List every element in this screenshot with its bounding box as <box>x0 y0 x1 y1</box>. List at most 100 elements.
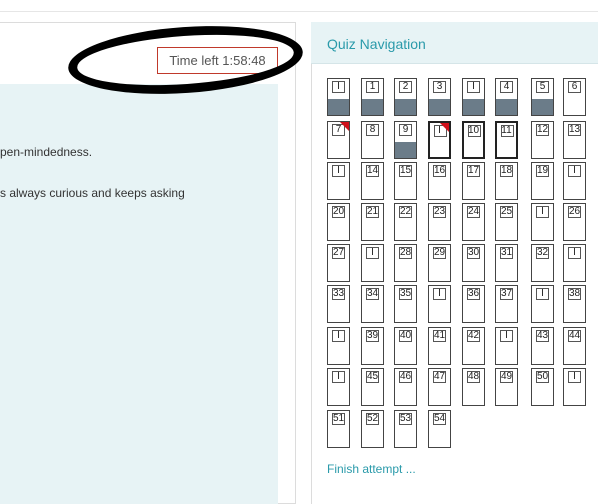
question-number-box <box>399 330 412 342</box>
question-nav-button[interactable]: I <box>428 121 451 159</box>
question-nav-button[interactable]: 26 <box>563 203 586 241</box>
question-number-box <box>536 247 549 259</box>
question-number-box <box>568 288 581 300</box>
question-nav-button[interactable]: 4 <box>495 78 518 116</box>
question-nav-button[interactable]: I <box>327 327 350 365</box>
question-nav-button[interactable]: 29 <box>428 244 451 282</box>
question-nav-button[interactable]: 46 <box>394 368 417 406</box>
question-nav-button[interactable]: 17 <box>462 162 485 200</box>
question-nav-button[interactable]: I <box>327 368 350 406</box>
question-nav-button[interactable]: 16 <box>428 162 451 200</box>
question-nav-button[interactable]: 53 <box>394 410 417 448</box>
question-nav-button[interactable]: 30 <box>462 244 485 282</box>
question-number-box <box>332 81 345 93</box>
question-nav-button[interactable]: 7 <box>327 121 350 159</box>
question-number-box <box>433 247 446 259</box>
question-nav-button[interactable]: 39 <box>361 327 384 365</box>
question-nav-button[interactable]: 51 <box>327 410 350 448</box>
question-nav-button[interactable]: I <box>361 244 384 282</box>
question-nav-button[interactable]: 3 <box>428 78 451 116</box>
question-nav-button[interactable]: 10 <box>462 121 485 159</box>
question-nav-button[interactable]: 35 <box>394 285 417 323</box>
question-number-box <box>467 206 480 218</box>
question-number-box <box>366 288 379 300</box>
question-nav-button[interactable]: 49 <box>495 368 518 406</box>
question-nav-button[interactable]: I <box>428 285 451 323</box>
question-nav-button[interactable]: 22 <box>394 203 417 241</box>
question-nav-button[interactable]: 43 <box>531 327 554 365</box>
question-nav-button[interactable]: 2 <box>394 78 417 116</box>
question-number-box <box>536 206 549 218</box>
question-nav-button[interactable]: 40 <box>394 327 417 365</box>
question-number-box <box>536 371 549 383</box>
question-nav-button[interactable]: 12 <box>531 121 554 159</box>
question-nav-button[interactable]: 15 <box>394 162 417 200</box>
question-number-box <box>536 124 549 136</box>
question-nav-button[interactable]: 11 <box>495 121 518 159</box>
question-nav-button[interactable]: 20 <box>327 203 350 241</box>
question-nav-button[interactable]: 42 <box>462 327 485 365</box>
question-nav-button[interactable]: 33 <box>327 285 350 323</box>
question-nav-button[interactable]: 41 <box>428 327 451 365</box>
question-number-box <box>467 81 480 93</box>
question-nav-button[interactable]: 47 <box>428 368 451 406</box>
question-nav-button[interactable]: I <box>495 327 518 365</box>
question-number-box <box>433 288 446 300</box>
question-number-box <box>501 125 514 137</box>
question-nav-button[interactable]: 1 <box>361 78 384 116</box>
question-nav-button[interactable]: 19 <box>531 162 554 200</box>
question-nav-button[interactable]: 50 <box>531 368 554 406</box>
question-nav-button[interactable]: I <box>563 244 586 282</box>
question-number-box <box>500 165 513 177</box>
question-number-box <box>399 288 412 300</box>
question-nav-button[interactable]: 18 <box>495 162 518 200</box>
question-number-box <box>536 81 549 93</box>
question-nav-button[interactable]: 13 <box>563 121 586 159</box>
question-nav-button[interactable]: 38 <box>563 285 586 323</box>
question-number-box <box>332 288 345 300</box>
question-nav-button[interactable]: I <box>531 203 554 241</box>
question-nav-button[interactable]: 28 <box>394 244 417 282</box>
question-nav-button[interactable]: I <box>327 78 350 116</box>
question-nav-button[interactable]: 5 <box>531 78 554 116</box>
question-nav-button[interactable]: 44 <box>563 327 586 365</box>
question-nav-button[interactable]: 32 <box>531 244 554 282</box>
question-nav-button[interactable]: I <box>563 162 586 200</box>
question-number-box <box>332 247 345 259</box>
question-nav-button[interactable]: 54 <box>428 410 451 448</box>
finish-attempt-link[interactable]: Finish attempt ... <box>327 462 416 476</box>
question-nav-button[interactable]: 8 <box>361 121 384 159</box>
question-nav-button[interactable]: I <box>327 162 350 200</box>
question-nav-button[interactable]: 9 <box>394 121 417 159</box>
question-nav-button[interactable]: 45 <box>361 368 384 406</box>
question-number-box <box>468 125 481 137</box>
question-nav-button[interactable]: 48 <box>462 368 485 406</box>
question-number-box <box>467 247 480 259</box>
question-nav-button[interactable]: 37 <box>495 285 518 323</box>
question-nav-button[interactable]: 27 <box>327 244 350 282</box>
question-number-box <box>366 206 379 218</box>
question-number-box <box>332 124 345 136</box>
question-nav-button[interactable]: 25 <box>495 203 518 241</box>
question-nav-button[interactable]: 23 <box>428 203 451 241</box>
question-nav-button[interactable]: I <box>462 78 485 116</box>
question-nav-button[interactable]: 6 <box>563 78 586 116</box>
question-nav-button[interactable]: 31 <box>495 244 518 282</box>
question-number-box <box>399 124 412 136</box>
question-nav-button[interactable]: 24 <box>462 203 485 241</box>
question-text-line: s always curious and keeps asking <box>0 186 185 200</box>
question-nav-button[interactable]: 21 <box>361 203 384 241</box>
question-nav-button[interactable]: I <box>563 368 586 406</box>
question-nav-button[interactable]: I <box>531 285 554 323</box>
question-number-box <box>568 371 581 383</box>
question-number-box <box>500 206 513 218</box>
question-number-box <box>366 413 379 425</box>
question-number-box <box>433 81 446 93</box>
question-nav-button[interactable]: 36 <box>462 285 485 323</box>
question-nav-button[interactable]: 52 <box>361 410 384 448</box>
question-number-box <box>568 330 581 342</box>
question-number-box <box>467 371 480 383</box>
question-nav-button[interactable]: 14 <box>361 162 384 200</box>
question-nav-button[interactable]: 34 <box>361 285 384 323</box>
question-number-box <box>433 165 446 177</box>
